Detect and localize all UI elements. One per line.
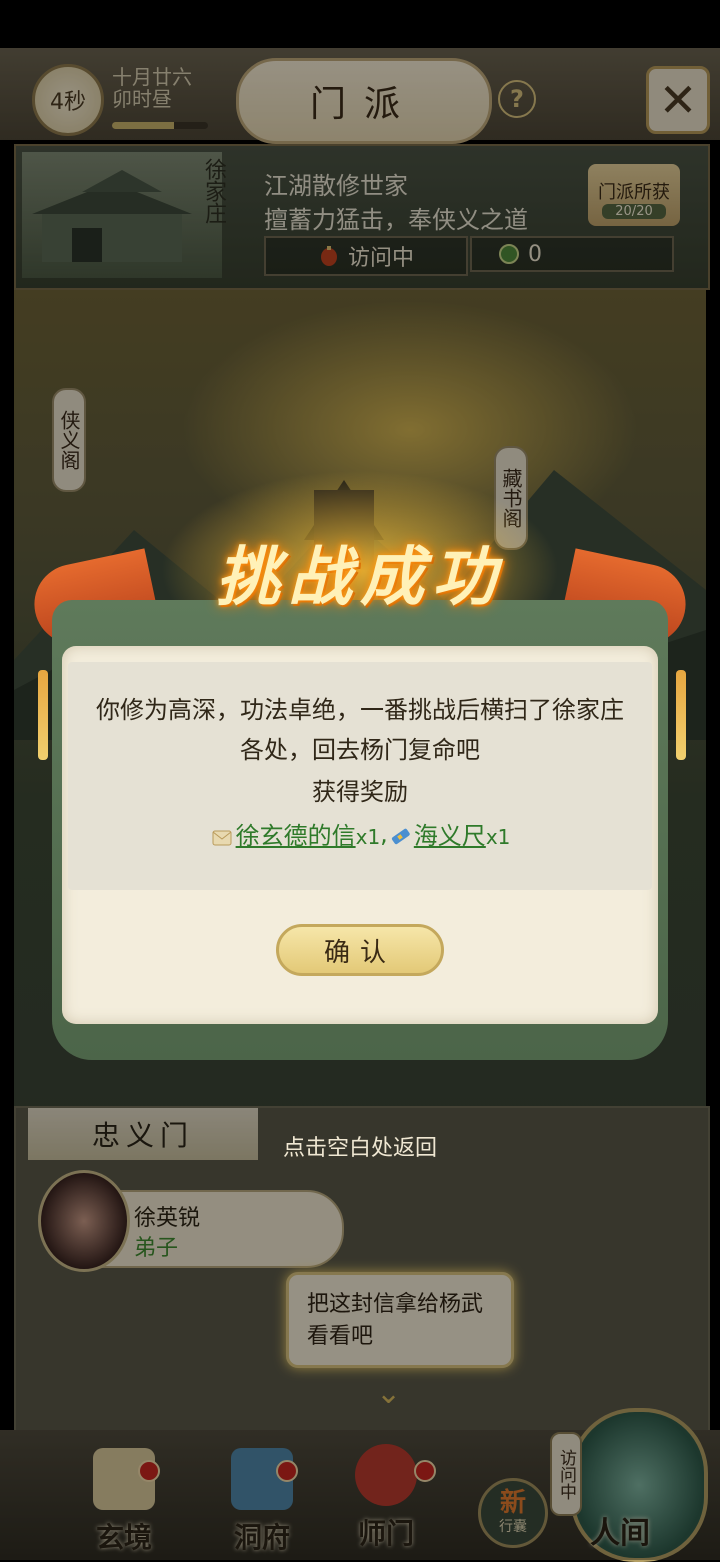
reward-item[interactable]: 海义尺x1 xyxy=(388,816,511,851)
confirm-button[interactable]: 确认 xyxy=(276,924,444,976)
letter-icon xyxy=(210,825,234,849)
ruler-icon xyxy=(388,825,412,849)
result-message: 你修为高深，功法卓绝，一番挑战后横扫了徐家庄各处，回去杨门复命吧 xyxy=(96,696,624,764)
tap-to-return-hint[interactable]: 点击空白处返回 xyxy=(200,1130,520,1162)
reward-separator: , xyxy=(380,819,388,848)
reward-name[interactable]: 海义尺 xyxy=(414,822,486,850)
tassel-right xyxy=(676,670,686,760)
reward-qty: x1 xyxy=(355,825,381,849)
reward-qty: x1 xyxy=(485,825,511,849)
reward-list: 徐玄德的信x1 , 海义尺x1 xyxy=(96,816,624,851)
reward-title: 获得奖励 xyxy=(312,778,408,806)
reward-item[interactable]: 徐玄德的信x1 xyxy=(210,816,381,851)
tassel-left xyxy=(38,670,48,760)
reward-name[interactable]: 徐玄德的信 xyxy=(236,822,356,850)
challenge-success-title: 挑战成功 xyxy=(216,540,504,615)
